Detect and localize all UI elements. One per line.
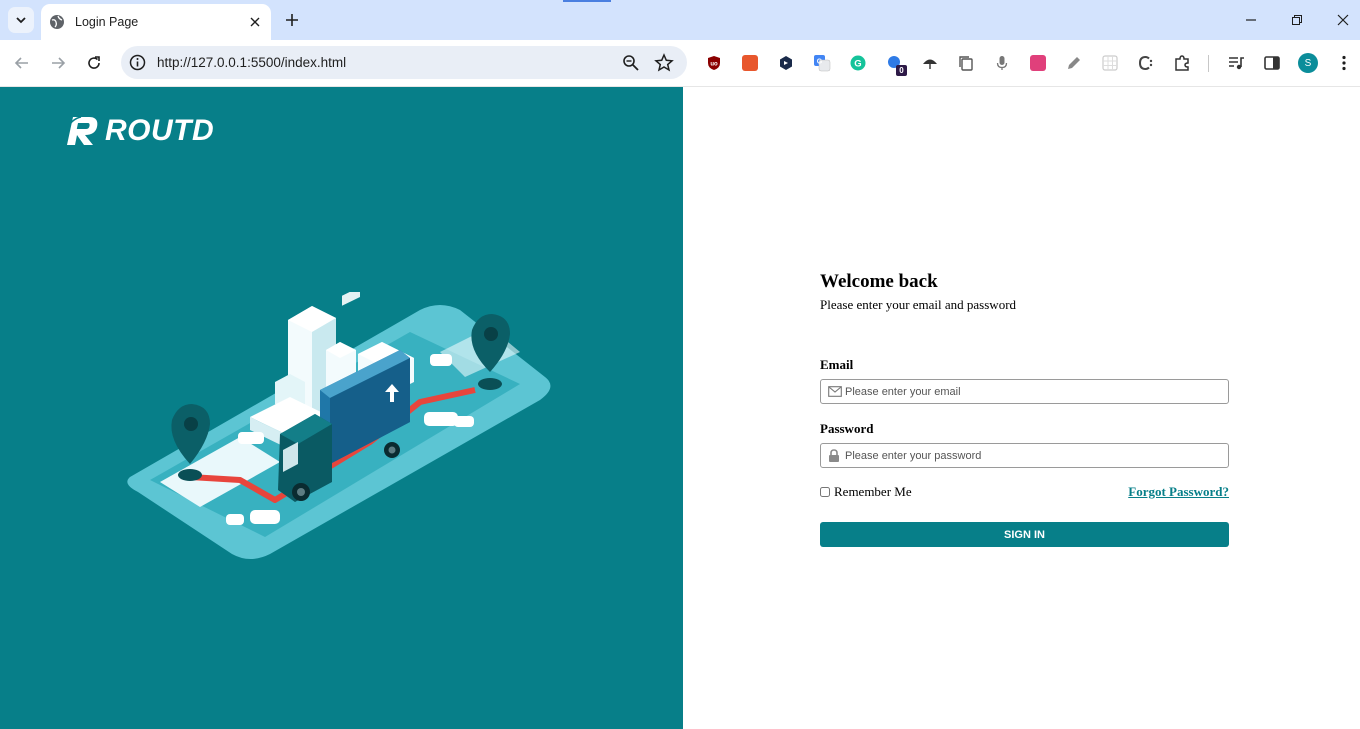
url-text: http://127.0.0.1:5500/index.html (157, 55, 347, 70)
side-panel-icon[interactable] (1262, 53, 1282, 73)
pink-extension-icon[interactable] (1028, 53, 1048, 73)
address-bar[interactable]: http://127.0.0.1:5500/index.html (121, 46, 687, 79)
new-tab-button[interactable] (281, 9, 303, 31)
logo-text: ROUTD (105, 114, 215, 147)
lock-icon (828, 448, 843, 463)
login-heading: Welcome back (820, 271, 938, 292)
tab-search-button[interactable] (8, 7, 34, 33)
envelope-icon (828, 384, 843, 399)
logo-mark-icon (65, 116, 98, 145)
bookmark-star-icon[interactable] (654, 53, 674, 73)
puzzle-icon[interactable] (1172, 53, 1192, 73)
password-label: Password (820, 421, 874, 436)
dark-hex-extension-icon[interactable] (776, 53, 796, 73)
remember-me-label: Remember Me (834, 484, 912, 499)
chevron-down-icon (16, 17, 26, 24)
svg-text:G: G (817, 59, 823, 66)
tab-strip: Login Page (0, 0, 1360, 40)
copy-extension-icon[interactable] (956, 53, 976, 73)
plus-icon (286, 14, 298, 26)
arrow-left-icon (14, 57, 28, 69)
svg-text:uo: uo (710, 62, 718, 68)
brand-logo: ROUTD (63, 113, 214, 149)
pencil-icon[interactable] (1064, 53, 1084, 73)
media-control-icon[interactable] (1226, 53, 1246, 73)
tab-title: Login Page (75, 15, 139, 29)
email-field[interactable] (820, 379, 1229, 404)
umbrella-extension-icon[interactable] (920, 53, 940, 73)
sign-in-button[interactable]: SIGN IN (820, 522, 1229, 547)
forgot-password-link[interactable]: Forgot Password? (1128, 484, 1229, 500)
minimize-icon (1246, 19, 1256, 21)
grammarly-icon[interactable]: G (848, 53, 868, 73)
minimize-button[interactable] (1228, 0, 1274, 40)
remember-me-checkbox[interactable] (820, 487, 830, 497)
microphone-icon[interactable] (992, 53, 1012, 73)
close-tab-icon[interactable] (245, 12, 265, 32)
reload-icon (88, 56, 100, 69)
site-info-icon[interactable] (129, 54, 146, 71)
login-subtitle: Please enter your email and password (820, 297, 1017, 312)
rocket-extension-icon[interactable] (740, 53, 760, 73)
close-icon (1337, 14, 1349, 26)
login-panel: Welcome back Please enter your email and… (683, 87, 1360, 729)
password-input[interactable] (845, 449, 1228, 462)
extension-badge: 0 (896, 65, 907, 76)
arrow-right-icon (52, 57, 66, 69)
reload-button[interactable] (80, 49, 108, 77)
delivery-truck-illustration (127, 292, 551, 559)
password-field[interactable] (820, 443, 1229, 468)
toolbar-separator (1208, 55, 1209, 72)
svg-text:G: G (854, 59, 861, 70)
restore-icon (1292, 15, 1302, 25)
close-window-button[interactable] (1320, 0, 1360, 40)
c-extension-icon[interactable] (1136, 53, 1156, 73)
profile-avatar[interactable]: S (1298, 53, 1318, 73)
restore-button[interactable] (1274, 0, 1320, 40)
menu-kebab-icon[interactable] (1334, 53, 1354, 73)
browser-tab[interactable]: Login Page (41, 4, 271, 40)
login-form: Welcome back Please enter your email and… (820, 271, 1229, 547)
zoom-icon[interactable] (621, 53, 641, 73)
remember-me[interactable]: Remember Me (820, 484, 912, 500)
grid-extension-icon[interactable] (1100, 53, 1120, 73)
google-translate-icon[interactable]: G (812, 53, 832, 73)
globe-icon (49, 14, 65, 30)
back-button[interactable] (8, 49, 36, 77)
forward-button[interactable] (44, 49, 72, 77)
email-label: Email (820, 357, 854, 372)
badge-extension-icon[interactable]: 0 (884, 53, 907, 76)
email-input[interactable] (845, 385, 1228, 398)
ublock-icon[interactable]: uo (704, 53, 724, 73)
tab-strip-indicator (563, 0, 611, 2)
brand-panel: ROUTD (0, 87, 683, 729)
browser-toolbar: http://127.0.0.1:5500/index.html uo G G … (0, 40, 1360, 87)
